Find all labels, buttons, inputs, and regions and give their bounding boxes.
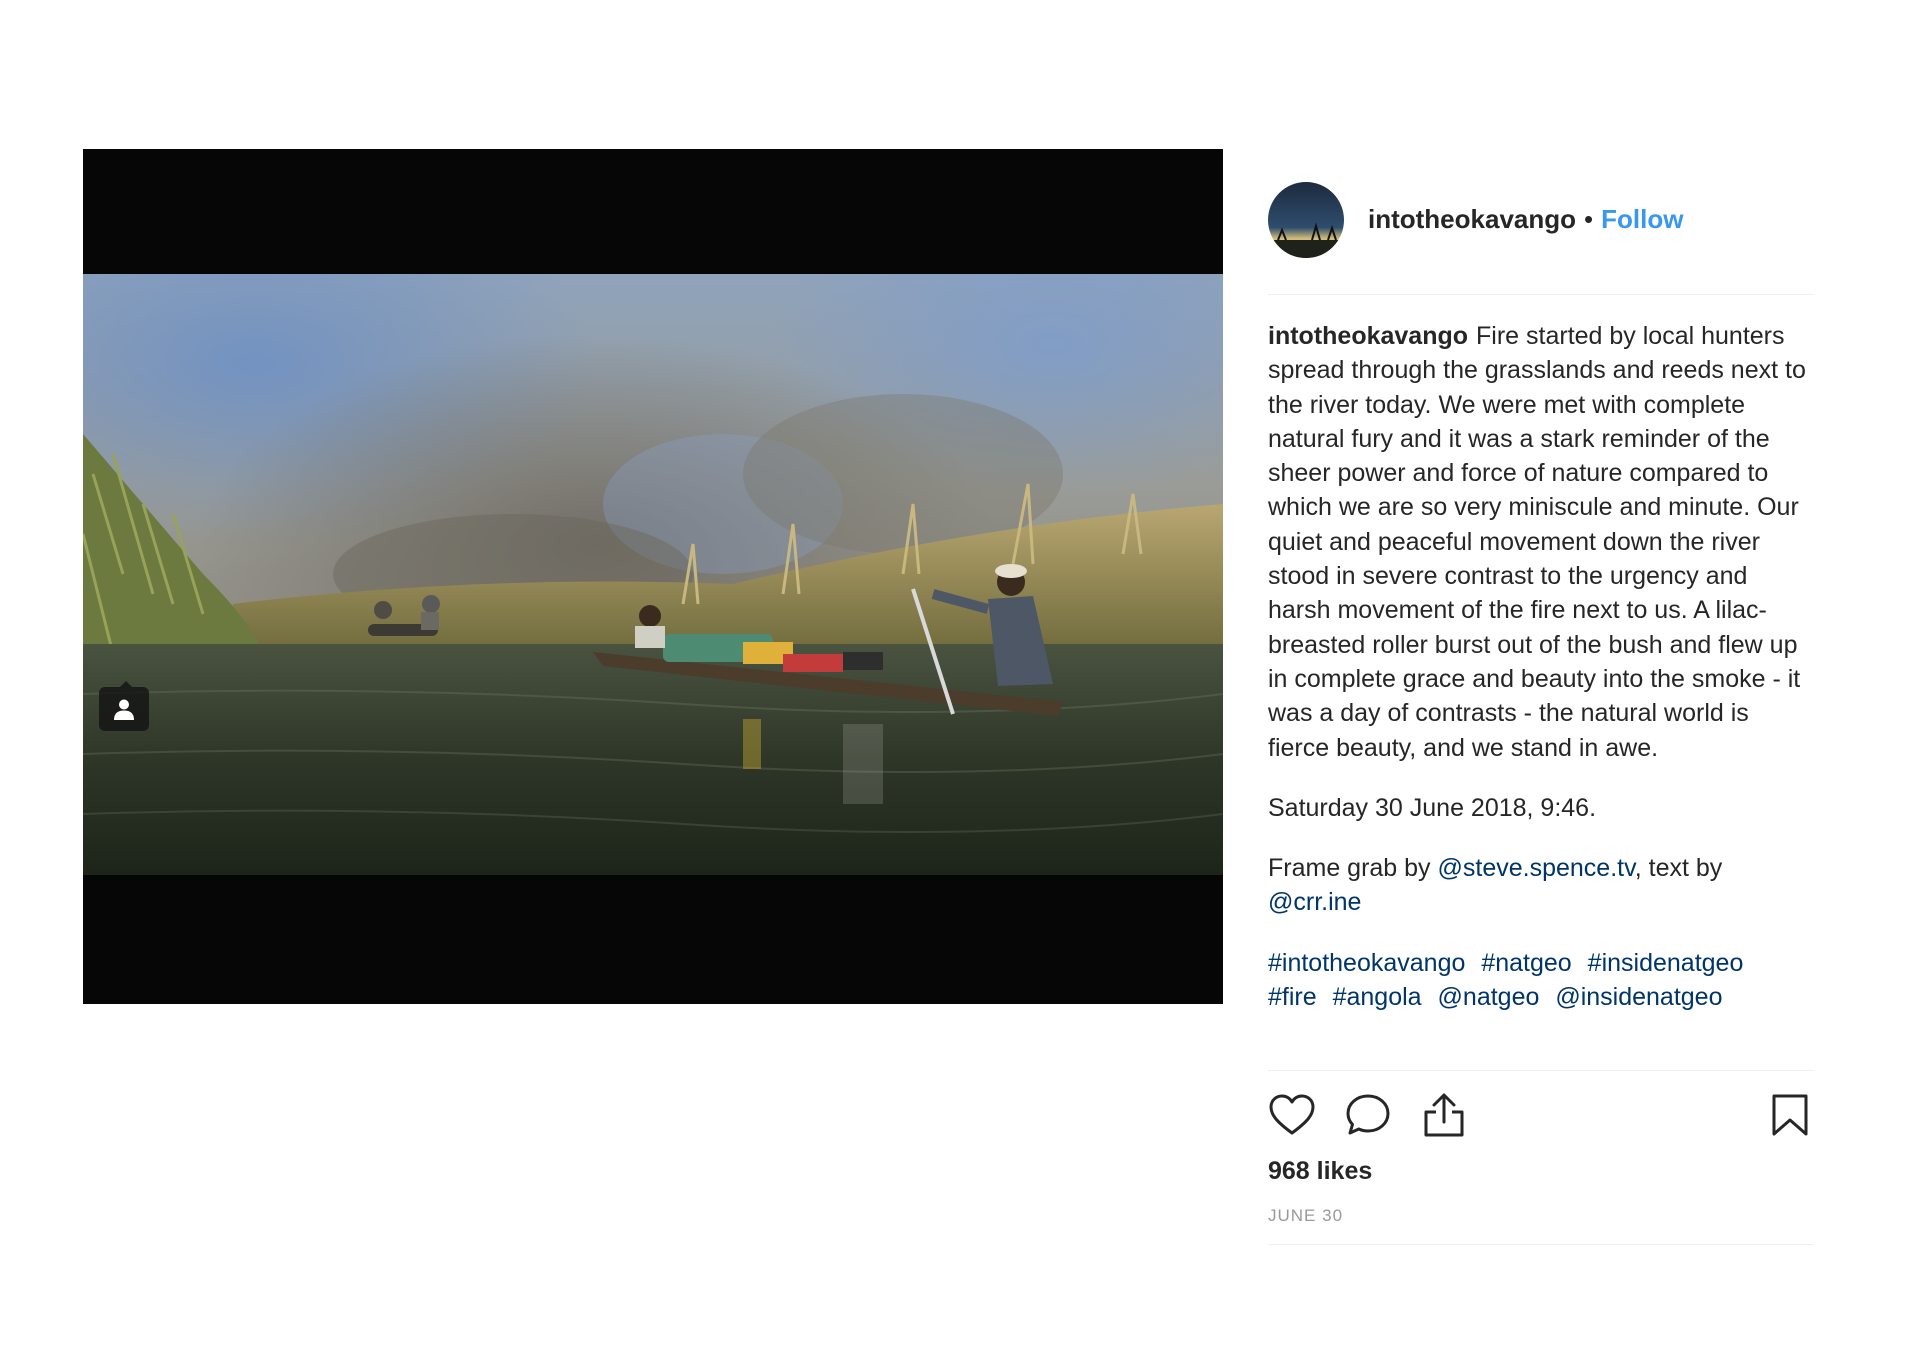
user-tag-icon[interactable]	[99, 681, 149, 731]
hashtag-link[interactable]: #natgeo	[1481, 949, 1571, 977]
hashtag-link[interactable]: #insidenatgeo	[1588, 949, 1744, 977]
photographer-mention[interactable]: @steve.spence.tv	[1438, 854, 1635, 882]
avatar-image	[1268, 181, 1344, 258]
credit-middle: , text by	[1634, 854, 1723, 883]
action-bar	[1268, 1070, 1814, 1143]
hashtag-link[interactable]: #angola	[1333, 983, 1422, 1011]
mention-link[interactable]: @natgeo	[1438, 983, 1540, 1011]
post-photo[interactable]	[83, 274, 1223, 875]
comment-bubble-icon[interactable]	[1344, 1091, 1392, 1139]
likes-count[interactable]: 968 likes	[1268, 1157, 1814, 1186]
mention-link[interactable]: @insidenatgeo	[1555, 983, 1722, 1011]
post-sidebar: intotheokavango • Follow intotheokavango…	[1268, 149, 1814, 1245]
caption: intotheokavango Fire started by local hun…	[1268, 319, 1814, 765]
hashtags: #intotheokavango #natgeo #insidenatgeo #…	[1268, 946, 1814, 1015]
avatar[interactable]	[1268, 181, 1344, 258]
scroll-cutoff	[1268, 1054, 1814, 1070]
caption-text: Fire started by local hunters spread thr…	[1268, 322, 1806, 762]
post-media[interactable]	[83, 149, 1223, 1004]
share-icon[interactable]	[1420, 1091, 1468, 1139]
post-date[interactable]: JUNE 30	[1268, 1206, 1814, 1245]
caption-datetime: Saturday 30 June 2018, 9:46.	[1268, 793, 1597, 822]
post-header: intotheokavango • Follow	[1268, 149, 1814, 295]
follow-button[interactable]: Follow	[1601, 204, 1683, 235]
credit-prefix: Frame grab by	[1268, 854, 1431, 883]
river-fire-photo	[83, 274, 1223, 875]
username-link[interactable]: intotheokavango	[1368, 204, 1576, 235]
hashtag-link[interactable]: #intotheokavango	[1268, 949, 1465, 977]
caption-author-link[interactable]: intotheokavango	[1268, 322, 1468, 350]
heart-icon[interactable]	[1268, 1091, 1316, 1139]
separator-dot: •	[1584, 204, 1594, 234]
caption-credits: Frame grab by @steve.spence.tv, text by …	[1268, 851, 1814, 920]
bookmark-icon[interactable]	[1766, 1091, 1814, 1139]
comments-section[interactable]: intotheokavango Fire started by local hun…	[1268, 295, 1814, 1070]
instagram-post-page: intotheokavango • Follow intotheokavango…	[0, 0, 1920, 1358]
hashtag-link[interactable]: #fire	[1268, 983, 1317, 1011]
writer-mention[interactable]: @crr.ine	[1268, 888, 1361, 916]
person-icon	[114, 699, 134, 720]
